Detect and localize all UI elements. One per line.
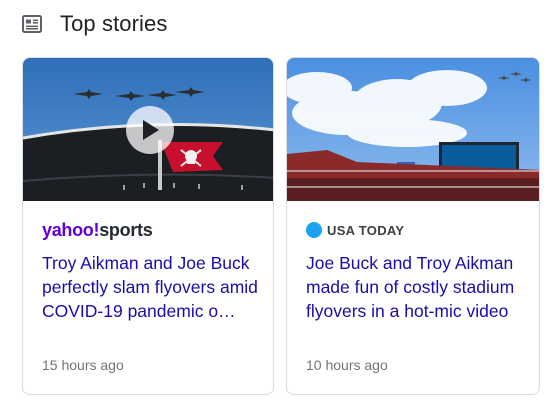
usa-today-logo-icon xyxy=(306,222,322,238)
story-timestamp: 10 hours ago xyxy=(306,357,388,373)
play-video-button[interactable] xyxy=(126,106,174,154)
story-thumbnail[interactable] xyxy=(287,58,539,201)
story-card-2[interactable]: USA TODAY Joe Buck and Troy Aikman made … xyxy=(286,57,540,395)
source-usa-today: USA TODAY xyxy=(306,220,404,240)
story-card-1[interactable]: yahoo!sports Troy Aikman and Joe Buck pe… xyxy=(22,57,274,395)
top-stories-header: Top stories xyxy=(22,8,167,40)
story-headline[interactable]: Troy Aikman and Joe Buck perfectly slam … xyxy=(42,251,262,323)
section-title: Top stories xyxy=(60,11,168,36)
yahoo-sports-logo: yahoo!sports xyxy=(42,219,153,240)
play-icon xyxy=(140,119,160,141)
source-name: USA TODAY xyxy=(327,222,405,238)
story-thumbnail[interactable] xyxy=(23,58,273,201)
story-headline[interactable]: Joe Buck and Troy Aikman made fun of cos… xyxy=(306,251,528,323)
newspaper-icon xyxy=(22,14,42,34)
story-timestamp: 15 hours ago xyxy=(42,357,124,373)
source-yahoo-sports: yahoo!sports xyxy=(42,219,153,240)
